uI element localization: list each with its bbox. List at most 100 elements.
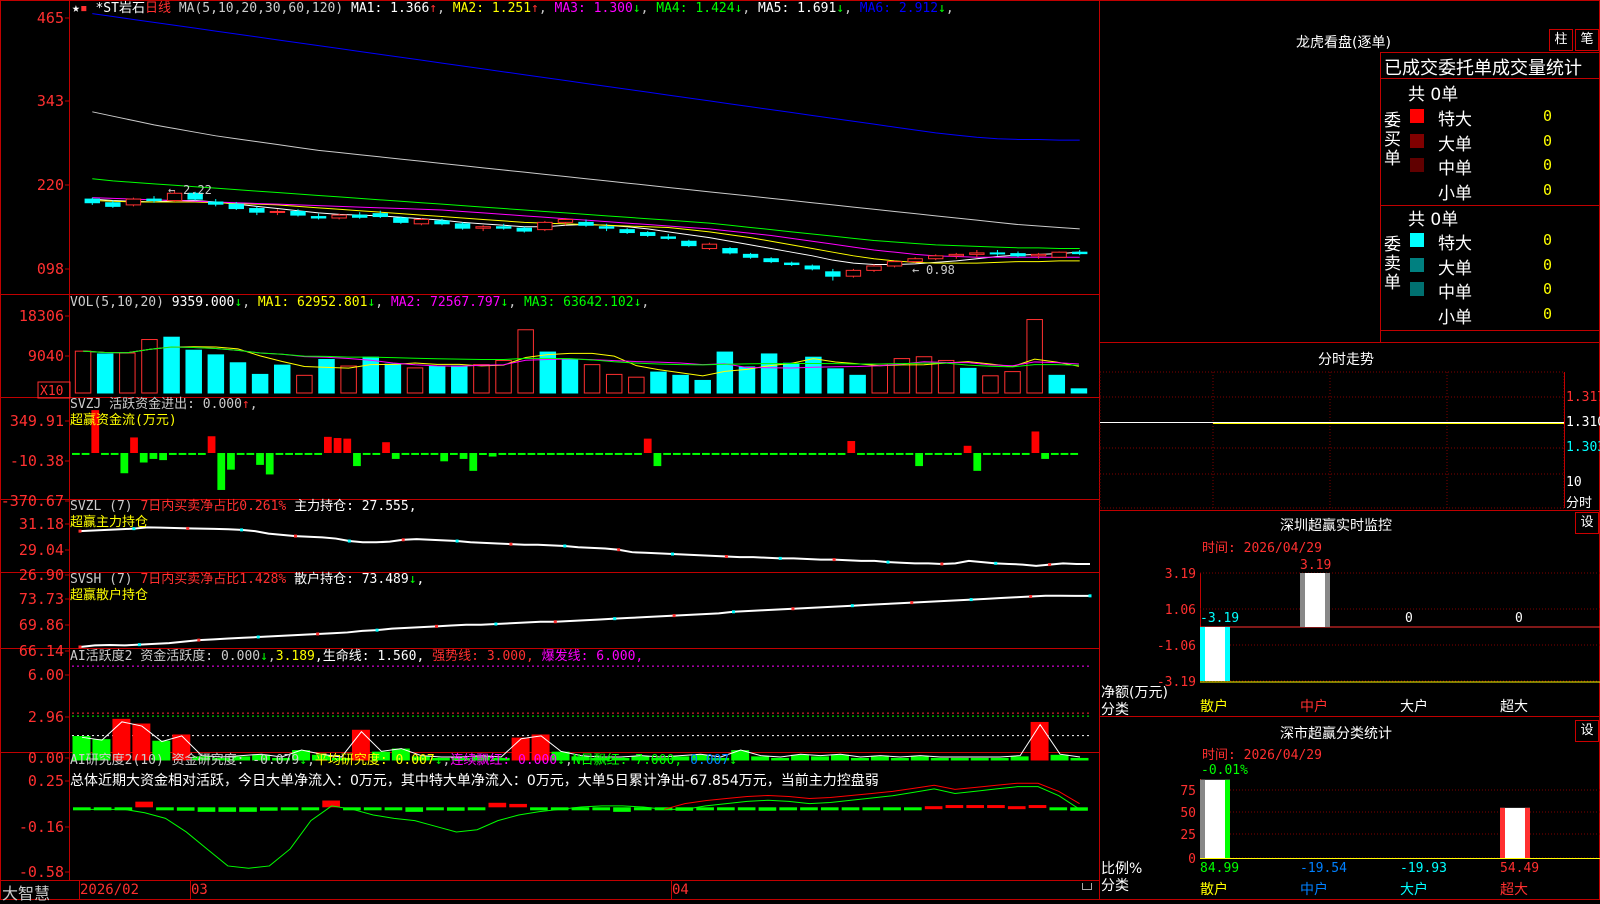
separator: ,	[375, 295, 384, 310]
ma-arrow: ↑	[429, 1, 438, 16]
low-arrow: ←	[912, 263, 919, 277]
fund-flow-bar	[886, 452, 894, 455]
ai2-arrow1: ↓	[299, 753, 308, 768]
research-bar	[384, 807, 403, 811]
research-bar	[530, 807, 548, 811]
fund-flow-bar	[391, 453, 400, 459]
svzj-line1: SVZJ 活跃资金进出: 0.000	[70, 397, 242, 412]
fund-flow-bar	[576, 452, 584, 455]
star-icon[interactable]: ★	[72, 1, 80, 16]
fund-flow-bar	[924, 452, 933, 455]
research-bar	[717, 807, 735, 811]
candle	[372, 213, 388, 218]
monitor-category: 超大	[1500, 699, 1528, 715]
sell-row-name: 特大	[1438, 234, 1472, 254]
buy-row-value: 0	[1543, 156, 1553, 174]
fund-flow-bar	[420, 452, 429, 455]
fund-flow-bar	[711, 452, 720, 455]
fund-flow-bar	[479, 453, 487, 455]
candle	[989, 252, 1006, 255]
ai1-v3: ,生命线: 1.560,	[314, 649, 425, 664]
fund-flow-bar	[207, 436, 216, 453]
fund-flow-bar	[256, 453, 264, 465]
intraday-vol-label: 10	[1566, 475, 1582, 490]
ai2-arrow3: ↓	[557, 753, 565, 768]
research-bar	[883, 807, 901, 811]
tick-view-button[interactable]: 笔	[1575, 29, 1599, 51]
fund-flow-bar	[702, 452, 710, 455]
svsh-line2: 超赢散户持仓	[70, 588, 149, 603]
candle	[640, 232, 656, 236]
buy-row-name: 特大	[1438, 110, 1472, 130]
volume-bar	[827, 368, 844, 394]
retail-line-marker	[732, 610, 736, 614]
main-force-line-marker	[563, 544, 567, 548]
main-force-line-marker	[509, 542, 513, 546]
column-view-button[interactable]: 柱	[1549, 29, 1573, 51]
vol-value-2: MA1: 62952.801	[250, 295, 368, 310]
fund-flow-bar	[362, 452, 371, 455]
fund-flow-bar	[275, 452, 284, 455]
fund-flow-bar	[624, 452, 633, 455]
activity-bar	[930, 757, 949, 761]
fund-flow-bar	[585, 452, 594, 455]
retail-line-marker	[969, 598, 973, 602]
research-bar	[862, 807, 881, 811]
research-bar	[446, 807, 465, 811]
svzj-axis-tick: -10.38	[10, 452, 64, 470]
retail-line-marker	[256, 635, 260, 639]
lock-icon[interactable]	[1082, 883, 1092, 890]
main-force-line-marker	[724, 555, 728, 559]
buy-row-name: 大单	[1438, 134, 1472, 155]
main-axis-tick: 220	[37, 176, 64, 194]
sz-stats-settings-button[interactable]: 设	[1575, 720, 1599, 742]
fund-flow-bar	[672, 452, 681, 455]
research-bar	[945, 805, 964, 809]
fund-flow-bar	[246, 452, 255, 455]
research-bar	[426, 807, 444, 811]
candle	[249, 208, 265, 213]
sell-row-value: 0	[1543, 231, 1553, 249]
vol-unit: X10	[40, 384, 63, 399]
retail-line-marker	[494, 622, 498, 626]
volume-bar	[738, 366, 756, 394]
research-bar	[696, 807, 714, 811]
research-bar	[1028, 805, 1047, 809]
fund-flow-bar	[692, 452, 701, 455]
candle	[1010, 253, 1026, 257]
candle	[454, 223, 471, 229]
sell-row-swatch	[1410, 282, 1424, 296]
activity-bar	[950, 757, 969, 761]
candle	[886, 261, 903, 267]
svzj-line2: 超赢资金流(万元)	[70, 413, 177, 428]
ma-value-3: MA3: 1.300	[546, 1, 633, 16]
fund-flow-bar	[682, 452, 691, 455]
fund-flow-bar	[634, 452, 642, 455]
sz-monitor-settings-button[interactable]: 设	[1575, 512, 1599, 534]
volume-bar	[982, 375, 999, 394]
candle	[619, 229, 635, 234]
fund-flow-bar	[750, 452, 759, 455]
volume-bar	[694, 379, 711, 394]
vol-axis-tick: 18306	[19, 307, 64, 325]
candle	[146, 198, 162, 202]
ai1-arrow: ↓	[260, 649, 268, 664]
candle	[105, 202, 121, 207]
fund-flow-bar	[159, 453, 167, 461]
fund-flow-bar	[149, 453, 158, 459]
buy-row-swatch	[1410, 109, 1424, 123]
stats-category: 中户	[1300, 881, 1328, 898]
candle	[516, 227, 532, 232]
volume-bar	[805, 356, 822, 394]
price-low-label: 0.98	[926, 263, 955, 277]
fund-flow-bar	[963, 445, 972, 453]
candle	[228, 203, 244, 210]
fund-flow-bar	[314, 452, 323, 455]
candle	[208, 201, 224, 205]
stock-chart-app: 3.19 1.06 -1.06 -3.19 -3.19 散户 3.19 中户 0 大户 0 超大 75 5…	[0, 0, 1600, 903]
fund-flow-bar	[798, 452, 807, 455]
intraday-price: 1.310	[1566, 415, 1600, 430]
main-panel-header: ★▪ *ST岩石日线 MA(5,10,20,30,60,120) MA1: 1.…	[72, 0, 954, 17]
candle	[1072, 251, 1088, 255]
stats-axis-tick: 75	[1180, 784, 1196, 799]
